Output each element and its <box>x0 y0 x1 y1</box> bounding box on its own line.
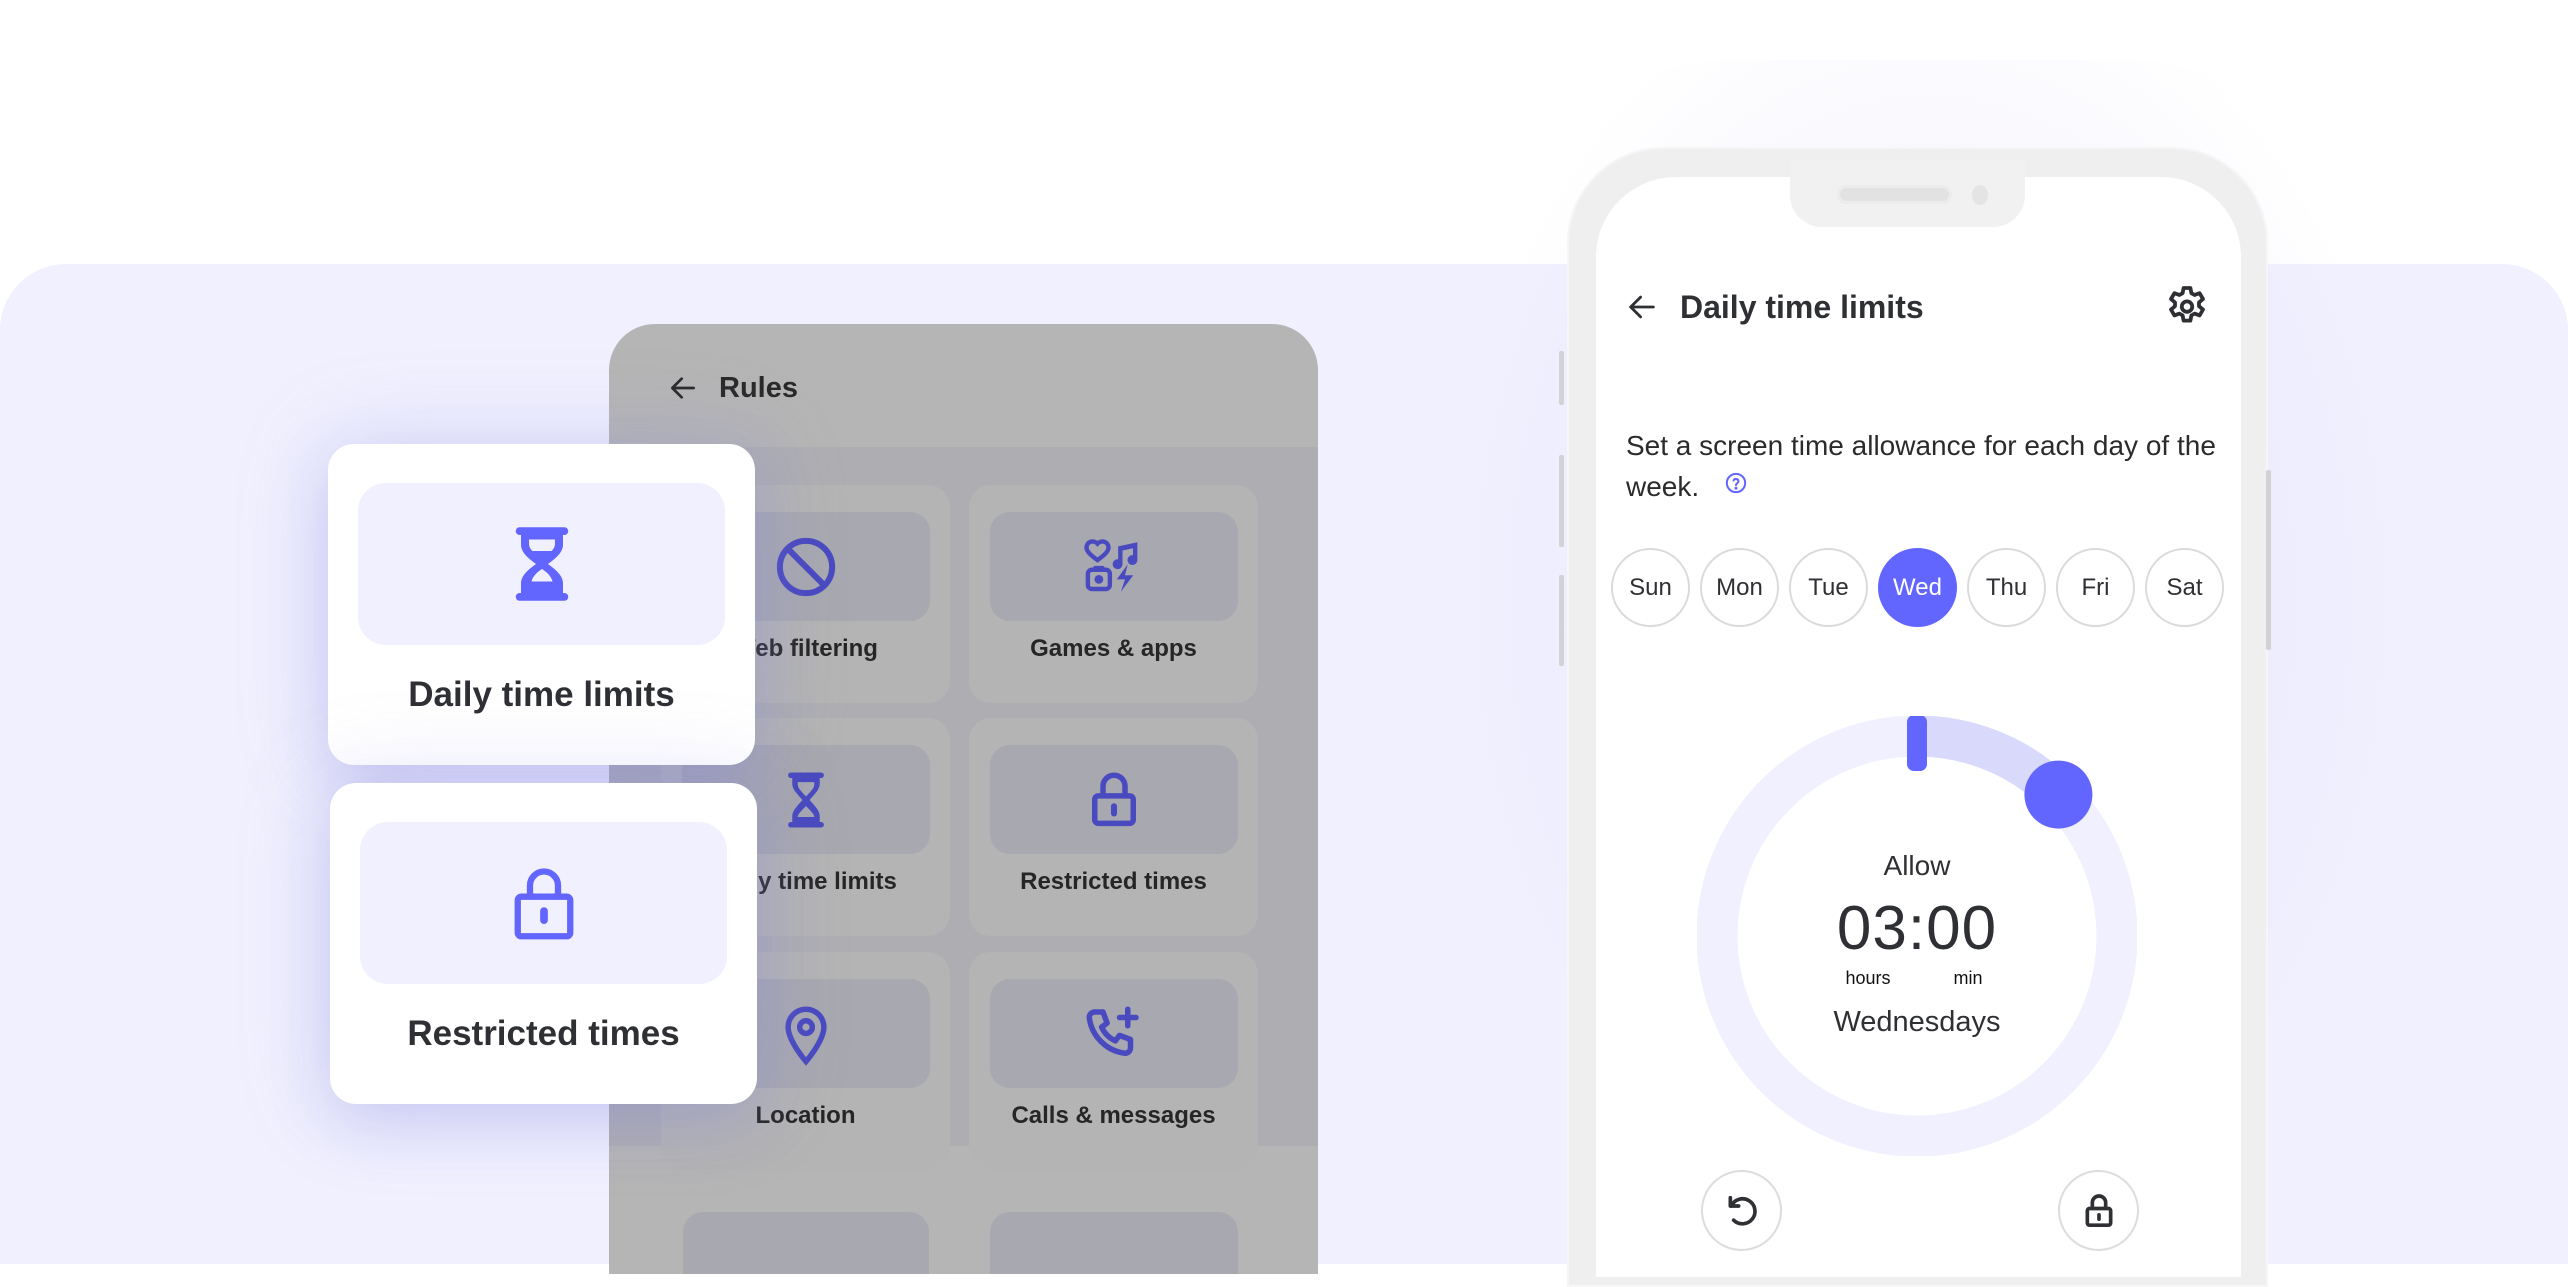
day-label: Mon <box>1716 573 1763 601</box>
lock-icon <box>514 868 573 940</box>
dial-start-marker <box>1907 716 1927 771</box>
side-button <box>1559 575 1564 666</box>
day-button-thu[interactable]: Thu <box>1967 548 2046 627</box>
intro-text: Set a screen time allowance for each day… <box>1626 425 2226 507</box>
side-button <box>2266 470 2271 650</box>
side-button <box>1559 455 1564 547</box>
hourglass-icon <box>515 527 568 601</box>
lock-icon <box>2085 1193 2112 1227</box>
hourglass-icon <box>788 772 824 827</box>
hours-unit-label: hours <box>1845 968 1891 988</box>
day-label: Sat <box>2166 573 2203 601</box>
rule-tile <box>990 745 1238 854</box>
reset-button[interactable] <box>1701 1170 1782 1251</box>
phone-plus-icon <box>1086 1006 1139 1056</box>
rules-title: Rules <box>719 372 798 404</box>
day-button-wed[interactable]: Wed <box>1878 548 1957 627</box>
day-button-sat[interactable]: Sat <box>2145 548 2224 627</box>
rules-header: Rules <box>609 324 1318 447</box>
arrow-left-icon[interactable] <box>1624 290 1660 324</box>
help-circle-icon[interactable] <box>1725 472 1747 494</box>
rule-label: Games & apps <box>1030 635 1197 662</box>
block-icon <box>776 537 836 596</box>
rule-tile <box>990 512 1238 621</box>
day-button-sun[interactable]: Sun <box>1611 548 1690 627</box>
day-label: Wed <box>1893 573 1942 601</box>
games-apps-icon <box>1084 538 1138 592</box>
day-label: Tue <box>1808 573 1849 601</box>
day-button-mon[interactable]: Mon <box>1700 548 1779 627</box>
feature-tile <box>360 822 727 984</box>
feature-label: Restricted times <box>407 1014 680 1053</box>
lock-icon <box>1092 772 1136 826</box>
gear-icon[interactable] <box>2163 283 2211 331</box>
day-selector: Sun Mon Tue Wed Thu Fri Sat <box>1611 548 2231 630</box>
rule-card-restricted-times[interactable]: Restricted times <box>969 718 1258 936</box>
time-value: 03:00 <box>1836 894 1998 963</box>
feature-card-restricted-times[interactable]: Restricted times <box>330 783 757 1104</box>
allow-label: Allow <box>1883 850 1951 881</box>
rule-label: Calls & messages <box>1011 1102 1216 1129</box>
feature-card-daily-time-limits[interactable]: Daily time limits <box>328 444 755 765</box>
rule-label: Restricted times <box>1020 868 1207 895</box>
arrow-left-icon[interactable] <box>667 372 699 404</box>
rule-card-games-apps[interactable]: Games & apps <box>969 485 1258 703</box>
speaker-grille <box>1837 185 1952 204</box>
day-button-fri[interactable]: Fri <box>2056 548 2135 627</box>
dial-knob[interactable] <box>2024 760 2093 829</box>
minutes-unit-label: min <box>1953 968 1983 988</box>
side-button <box>1559 351 1564 405</box>
feature-tile <box>358 483 725 645</box>
rule-tile-partial <box>683 1212 929 1274</box>
undo-icon <box>1728 1195 1757 1226</box>
rule-card-calls-messages[interactable]: Calls & messages <box>969 952 1258 1170</box>
feature-label: Daily time limits <box>408 675 675 714</box>
selected-day-label: Wednesdays <box>1833 1006 2001 1038</box>
lock-button[interactable] <box>2058 1170 2139 1251</box>
rule-tile <box>990 979 1238 1088</box>
page-title: Daily time limits <box>1680 289 1924 325</box>
location-pin-icon <box>785 1006 827 1066</box>
rule-tile-partial <box>990 1212 1238 1274</box>
rule-label: Location <box>755 1102 856 1129</box>
day-label: Fri <box>2081 573 2110 601</box>
intro-text-content: Set a screen time allowance for each day… <box>1626 430 2216 502</box>
front-camera <box>1972 185 1988 205</box>
day-label: Sun <box>1629 573 1672 601</box>
day-button-tue[interactable]: Tue <box>1789 548 1868 627</box>
day-label: Thu <box>1985 573 2028 601</box>
